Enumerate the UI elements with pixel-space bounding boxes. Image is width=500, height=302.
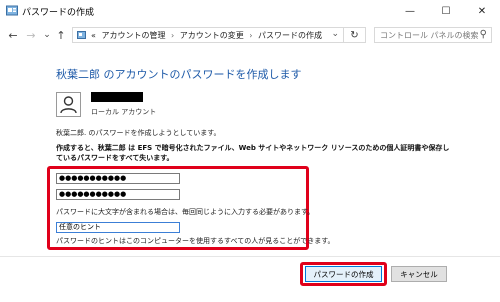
username-redaction [91,92,143,102]
control-panel-icon [6,5,18,16]
navigation-bar: ← → ⌄ ↑ « アカウントの管理 › アカウントの変更 › パスワードの作成… [0,24,500,46]
hint-visibility-note: パスワードのヒントはこのコンピューターを使用するすべての人が見ることができます。 [56,237,335,245]
window-title: パスワードの作成 [22,8,95,18]
minimize-button[interactable]: — [392,0,428,22]
forward-arrow-icon[interactable]: → [24,27,38,43]
page-title: 秋葉二郎 のアカウントのパスワードを作成します [56,68,302,81]
breadcrumb-separator: › [171,31,175,40]
efs-warning-text: 作成すると、秋葉二郎 は EFS で暗号化されたファイル、Web サイトやネット… [56,144,450,162]
breadcrumb-separator: › [249,31,253,40]
recent-pages-chevron-icon[interactable]: ⌄ [40,27,54,43]
refresh-icon[interactable]: ↻ [344,27,366,43]
confirm-password-field[interactable]: ●●●●●●●●●●● [56,189,180,200]
divider [0,256,500,257]
breadcrumb-item-create-password[interactable]: パスワードの作成 [258,31,322,40]
back-arrow-icon[interactable]: ← [6,27,20,43]
breadcrumb: « アカウントの管理 › アカウントの変更 › パスワードの作成 [91,30,322,41]
account-type-label: ローカル アカウント [91,108,157,116]
new-password-field[interactable]: ●●●●●●●●●●● [56,173,180,184]
search-placeholder: コントロール パネルの検索 [380,31,479,40]
maximize-button[interactable]: ☐ [428,0,464,22]
search-input[interactable]: コントロール パネルの検索 ⚲ [374,27,492,43]
up-arrow-icon[interactable]: ↑ [54,27,68,43]
search-icon[interactable]: ⚲ [480,29,487,40]
breadcrumb-item-change-account[interactable]: アカウントの変更 [180,31,244,40]
title-bar: パスワードの作成 — ☐ ✕ [0,0,500,22]
address-dropdown-chevron-icon[interactable]: ⌄ [331,29,339,39]
cancel-button[interactable]: キャンセル [391,266,447,282]
create-password-button[interactable]: パスワードの作成 [305,266,382,282]
user-icon [60,96,77,114]
breadcrumb-overflow[interactable]: « [91,31,96,40]
address-bar[interactable]: « アカウントの管理 › アカウントの変更 › パスワードの作成 ⌄ [72,27,344,43]
password-hint-field[interactable]: 任意のヒント [56,222,180,233]
user-avatar [56,92,81,117]
case-sensitivity-note: パスワードに大文字が含まれる場合は、毎回同じように入力する必要があります。 [56,208,315,216]
control-panel-small-icon [77,31,86,39]
close-button[interactable]: ✕ [464,0,500,22]
intro-text: 秋葉二郎. のパスワードを作成しようとしています。 [56,129,221,137]
breadcrumb-item-manage-accounts[interactable]: アカウントの管理 [101,31,165,40]
